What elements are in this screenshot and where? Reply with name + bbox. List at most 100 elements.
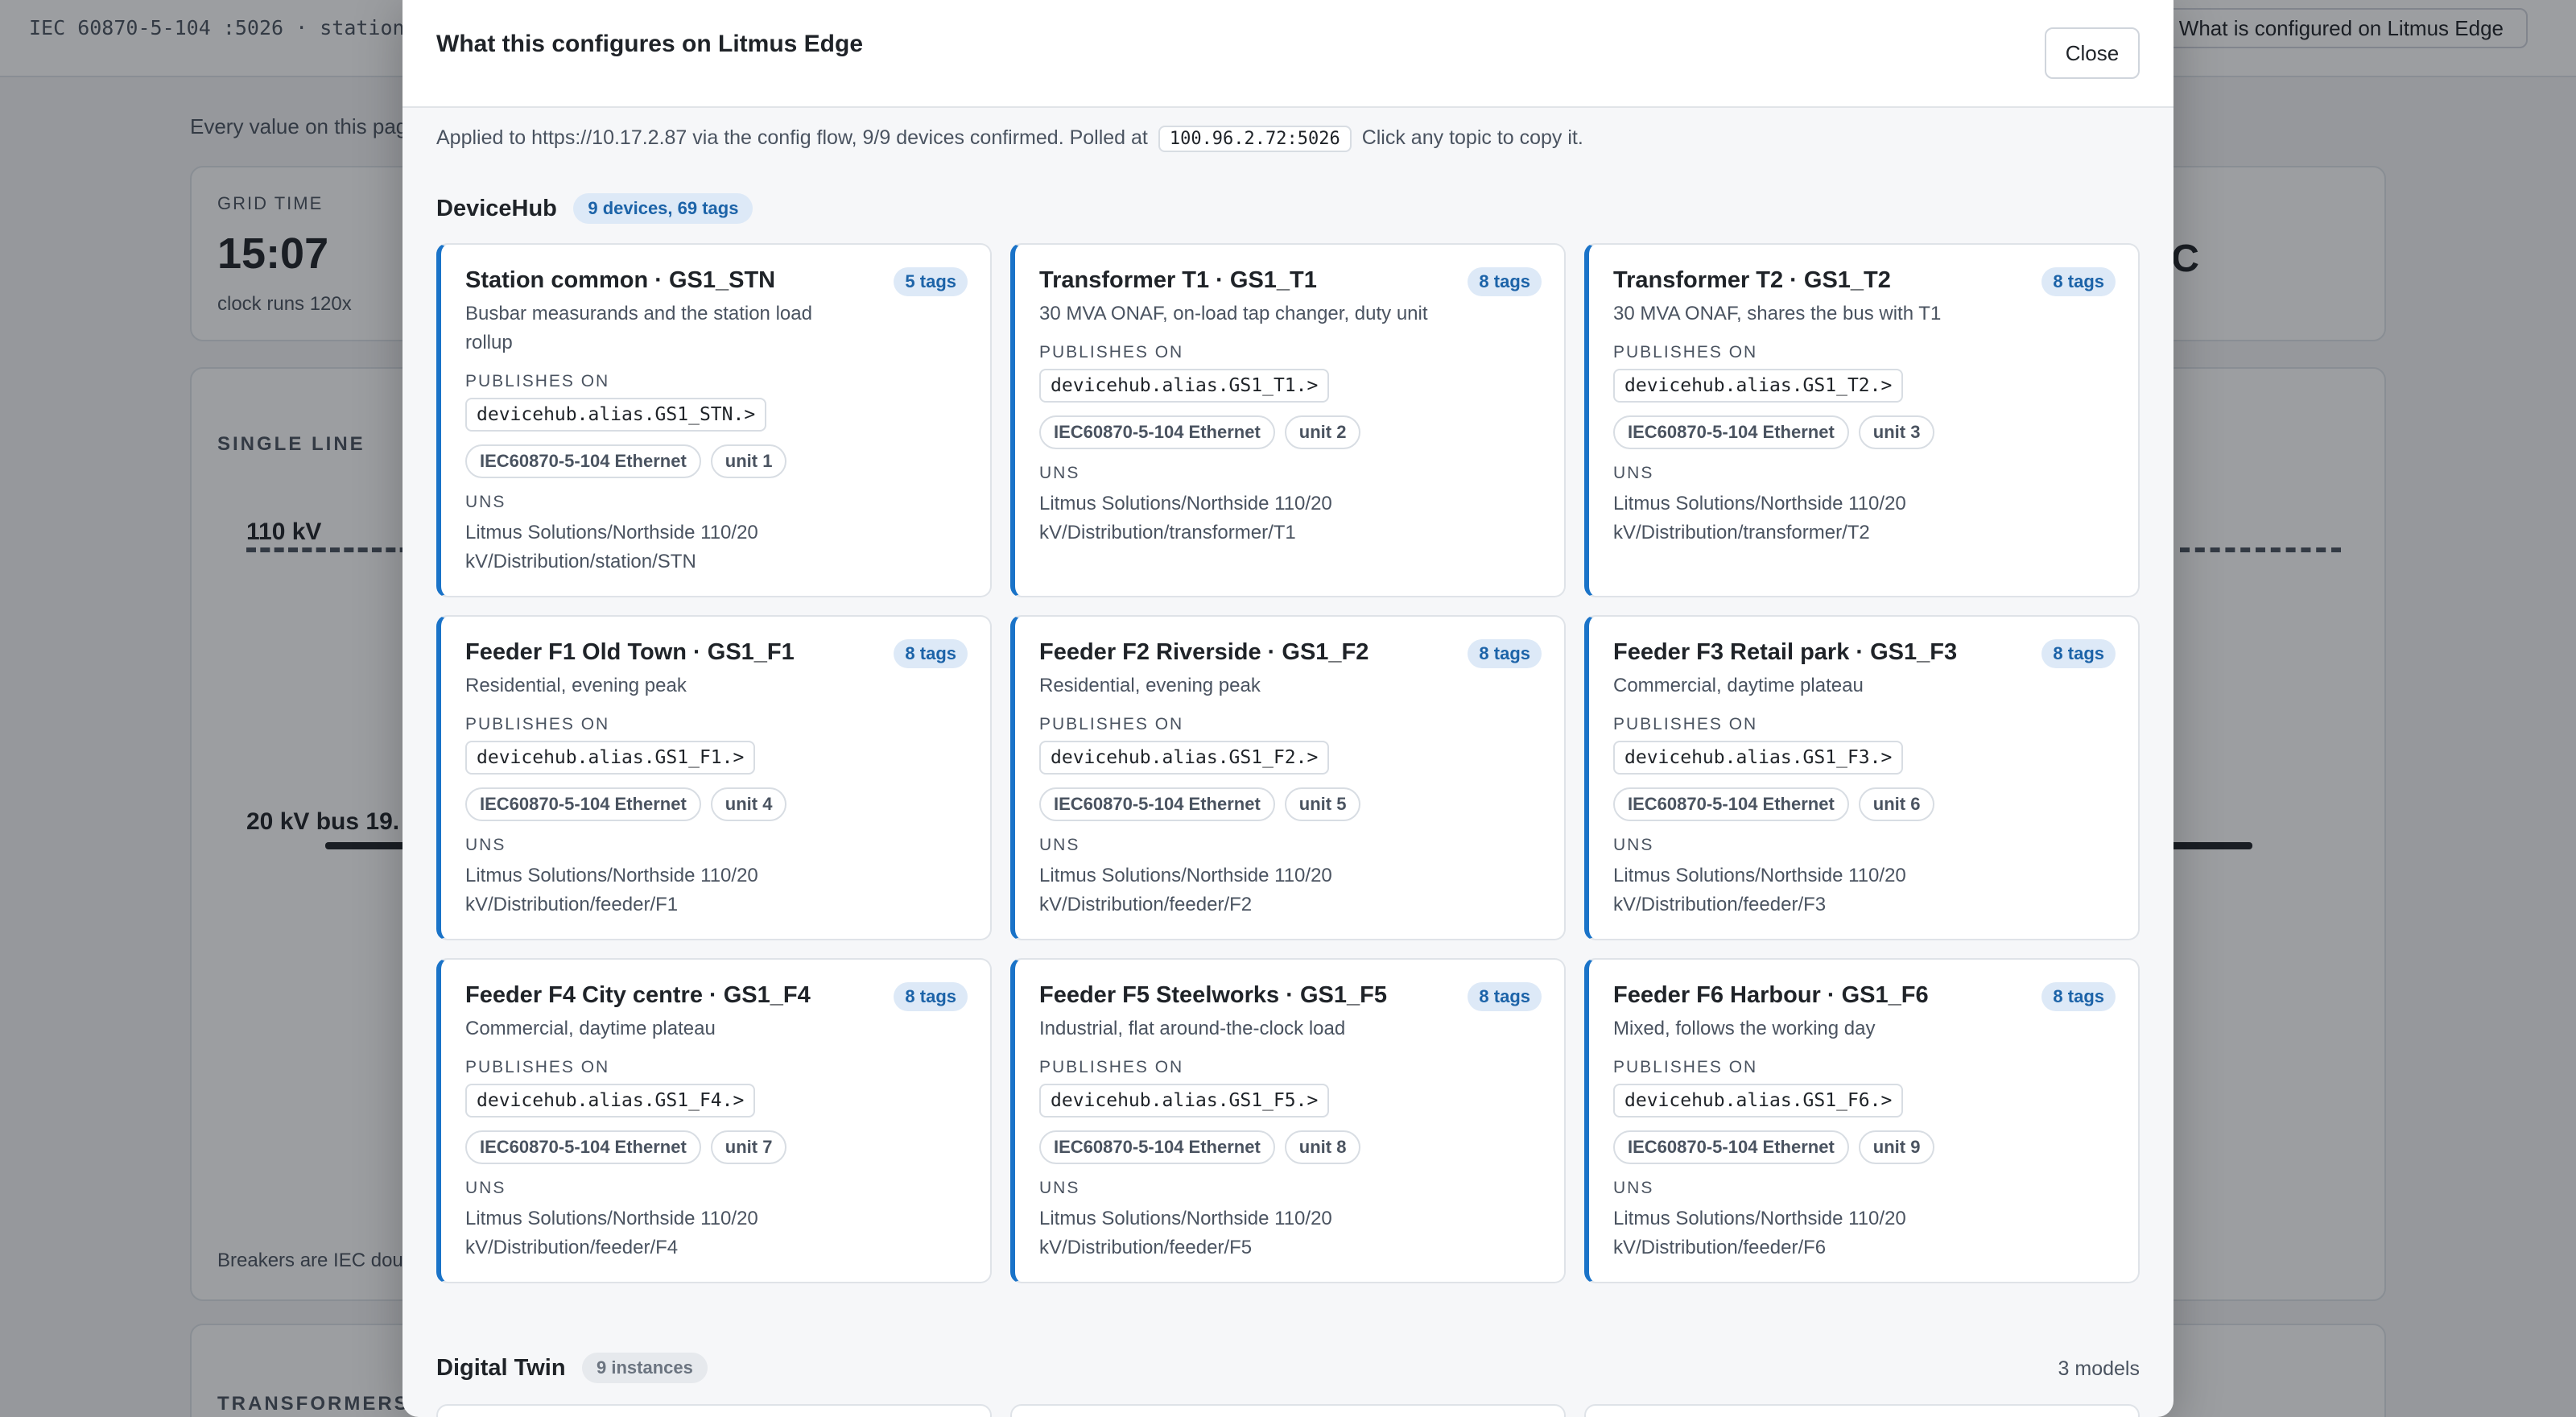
uns-path[interactable]: Litmus Solutions/Northside 110/20 kV/Dis… — [1613, 490, 2116, 547]
digital-twin-card[interactable] — [1584, 1404, 2140, 1417]
device-chips: IEC60870-5-104 Ethernet unit 4 — [465, 787, 968, 821]
poll-endpoint-code: 100.96.2.72:5026 — [1158, 126, 1352, 152]
device-title: Feeder F2 Riverside · GS1_F2 — [1039, 639, 1369, 665]
close-button[interactable]: Close — [2045, 27, 2140, 79]
uns-path[interactable]: Litmus Solutions/Northside 110/20 kV/Dis… — [465, 518, 968, 576]
protocol-chip: IEC60870-5-104 Ethernet — [1613, 1130, 1849, 1164]
uns-path[interactable]: Litmus Solutions/Northside 110/20 kV/Dis… — [1039, 490, 1542, 547]
uns-path[interactable]: Litmus Solutions/Northside 110/20 kV/Dis… — [1039, 1204, 1542, 1262]
modal-title: What this configures on Litmus Edge — [436, 31, 864, 57]
uns-path[interactable]: Litmus Solutions/Northside 110/20 kV/Dis… — [465, 1204, 968, 1262]
device-card: Feeder F6 Harbour · GS1_F6 8 tags Mixed,… — [1584, 958, 2140, 1283]
device-chips: IEC60870-5-104 Ethernet unit 2 — [1039, 415, 1542, 449]
tag-count-badge: 8 tags — [1468, 639, 1542, 668]
device-title: Feeder F4 City centre · GS1_F4 — [465, 982, 811, 1008]
uns-label: UNS — [465, 836, 506, 854]
uns-label: UNS — [465, 493, 506, 511]
topic-copy[interactable]: devicehub.alias.GS1_STN.> — [465, 398, 767, 432]
publishes-on-label: PUBLISHES ON — [465, 1058, 610, 1076]
device-card: Station common · GS1_STN 5 tags Busbar m… — [436, 243, 992, 597]
topic-copy[interactable]: devicehub.alias.GS1_F3.> — [1613, 741, 1904, 775]
uns-label: UNS — [1039, 464, 1080, 482]
uns-label: UNS — [1039, 1179, 1080, 1197]
device-chips: IEC60870-5-104 Ethernet unit 7 — [465, 1130, 968, 1164]
digital-twin-grid — [436, 1404, 2140, 1417]
device-card-header: Feeder F6 Harbour · GS1_F6 8 tags — [1613, 982, 2116, 1011]
publishes-on-label: PUBLISHES ON — [1613, 343, 1758, 361]
topic-copy[interactable]: devicehub.alias.GS1_F6.> — [1613, 1084, 1904, 1117]
unit-chip: unit 4 — [710, 787, 787, 821]
device-card: Feeder F2 Riverside · GS1_F2 8 tags Resi… — [1010, 615, 1566, 940]
protocol-chip: IEC60870-5-104 Ethernet — [1039, 787, 1275, 821]
protocol-chip: IEC60870-5-104 Ethernet — [465, 444, 701, 478]
device-card-header: Feeder F4 City centre · GS1_F4 8 tags — [465, 982, 968, 1011]
device-description: Mixed, follows the working day — [1613, 1018, 1876, 1039]
topic-copy[interactable]: devicehub.alias.GS1_T1.> — [1039, 369, 1330, 403]
modal-intro: Applied to https://10.17.2.87 via the co… — [436, 126, 1583, 152]
protocol-chip: IEC60870-5-104 Ethernet — [465, 787, 701, 821]
device-chips: IEC60870-5-104 Ethernet unit 3 — [1613, 415, 2116, 449]
device-title: Transformer T2 · GS1_T2 — [1613, 267, 1891, 293]
publishes-on-label: PUBLISHES ON — [1613, 1058, 1758, 1076]
unit-chip: unit 3 — [1858, 415, 1935, 449]
protocol-chip: IEC60870-5-104 Ethernet — [1039, 1130, 1275, 1164]
uns-label: UNS — [1613, 1179, 1654, 1197]
uns-path[interactable]: Litmus Solutions/Northside 110/20 kV/Dis… — [465, 861, 968, 919]
publishes-on-label: PUBLISHES ON — [1613, 715, 1758, 733]
device-card: Feeder F5 Steelworks · GS1_F5 8 tags Ind… — [1010, 958, 1566, 1283]
device-card: Transformer T2 · GS1_T2 8 tags 30 MVA ON… — [1584, 243, 2140, 597]
topic-copy[interactable]: devicehub.alias.GS1_T2.> — [1613, 369, 1904, 403]
uns-path[interactable]: Litmus Solutions/Northside 110/20 kV/Dis… — [1613, 1204, 2116, 1262]
topic-copy[interactable]: devicehub.alias.GS1_F2.> — [1039, 741, 1330, 775]
device-description: 30 MVA ONAF, shares the bus with T1 — [1613, 303, 1942, 324]
device-grid: Station common · GS1_STN 5 tags Busbar m… — [436, 243, 2140, 1283]
modal-header: What this configures on Litmus Edge Clos… — [402, 0, 2174, 108]
digital-twin-count-badge: 9 instances — [582, 1353, 708, 1383]
device-title: Transformer T1 · GS1_T1 — [1039, 267, 1317, 293]
uns-label: UNS — [1613, 464, 1654, 482]
uns-label: UNS — [465, 1179, 506, 1197]
unit-chip: unit 6 — [1858, 787, 1935, 821]
device-description: Industrial, flat around-the-clock load — [1039, 1018, 1346, 1039]
publishes-on-label: PUBLISHES ON — [1039, 1058, 1184, 1076]
device-card: Feeder F4 City centre · GS1_F4 8 tags Co… — [436, 958, 992, 1283]
protocol-chip: IEC60870-5-104 Ethernet — [1039, 415, 1275, 449]
unit-chip: unit 8 — [1284, 1130, 1361, 1164]
uns-path[interactable]: Litmus Solutions/Northside 110/20 kV/Dis… — [1613, 861, 2116, 919]
device-chips: IEC60870-5-104 Ethernet unit 1 — [465, 444, 968, 478]
publishes-on-label: PUBLISHES ON — [1039, 343, 1184, 361]
unit-chip: unit 2 — [1284, 415, 1361, 449]
device-card: Feeder F3 Retail park · GS1_F3 8 tags Co… — [1584, 615, 2140, 940]
tag-count-badge: 8 tags — [1468, 267, 1542, 296]
digital-twin-title: Digital Twin — [436, 1354, 566, 1381]
device-description: Commercial, daytime plateau — [465, 1018, 716, 1039]
tag-count-badge: 8 tags — [1468, 982, 1542, 1011]
unit-chip: unit 7 — [710, 1130, 787, 1164]
uns-label: UNS — [1613, 836, 1654, 854]
topic-copy[interactable]: devicehub.alias.GS1_F5.> — [1039, 1084, 1330, 1117]
device-chips: IEC60870-5-104 Ethernet unit 8 — [1039, 1130, 1542, 1164]
digital-twin-models-count: 3 models — [2058, 1357, 2140, 1380]
device-description: Residential, evening peak — [1039, 675, 1261, 696]
digital-twin-card[interactable] — [1010, 1404, 1566, 1417]
device-card-header: Transformer T1 · GS1_T1 8 tags — [1039, 267, 1542, 296]
protocol-chip: IEC60870-5-104 Ethernet — [1613, 787, 1849, 821]
device-description: Busbar measurands and the station load r… — [465, 303, 812, 353]
tag-count-badge: 8 tags — [894, 982, 968, 1011]
device-chips: IEC60870-5-104 Ethernet unit 9 — [1613, 1130, 2116, 1164]
device-title: Feeder F1 Old Town · GS1_F1 — [465, 639, 795, 665]
devicehub-count-badge: 9 devices, 69 tags — [573, 193, 753, 224]
device-card-header: Feeder F1 Old Town · GS1_F1 8 tags — [465, 639, 968, 668]
topic-copy[interactable]: devicehub.alias.GS1_F1.> — [465, 741, 756, 775]
topic-copy[interactable]: devicehub.alias.GS1_F4.> — [465, 1084, 756, 1117]
publishes-on-label: PUBLISHES ON — [465, 715, 610, 733]
digital-twin-card[interactable] — [436, 1404, 992, 1417]
device-description: Residential, evening peak — [465, 675, 687, 696]
publishes-on-label: PUBLISHES ON — [465, 372, 610, 390]
device-card: Transformer T1 · GS1_T1 8 tags 30 MVA ON… — [1010, 243, 1566, 597]
device-chips: IEC60870-5-104 Ethernet unit 6 — [1613, 787, 2116, 821]
uns-path[interactable]: Litmus Solutions/Northside 110/20 kV/Dis… — [1039, 861, 1542, 919]
protocol-chip: IEC60870-5-104 Ethernet — [465, 1130, 701, 1164]
digital-twin-section-header: Digital Twin 9 instances — [436, 1353, 708, 1383]
device-title: Feeder F3 Retail park · GS1_F3 — [1613, 639, 1958, 665]
